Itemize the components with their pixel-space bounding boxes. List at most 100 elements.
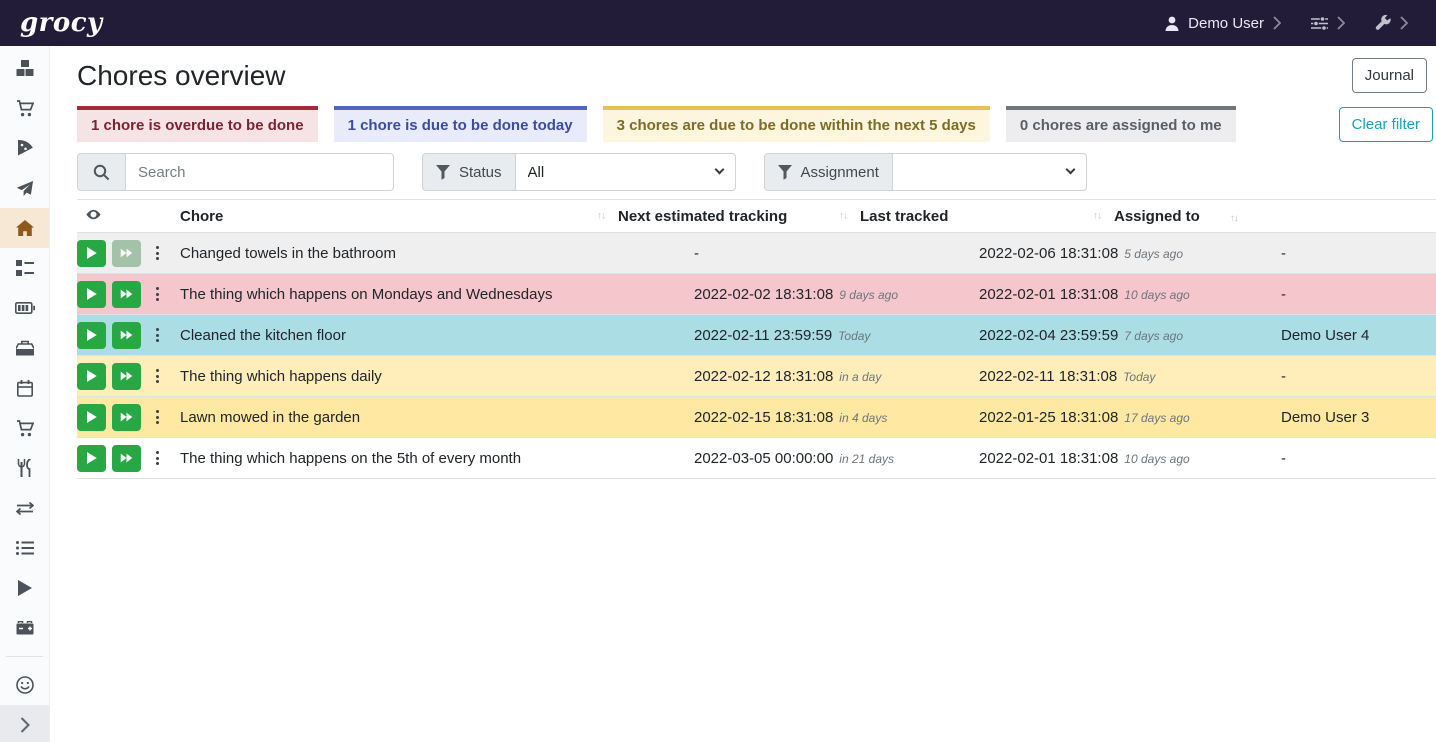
fast-forward-icon [120,370,133,382]
chevron-right-icon [1273,16,1281,30]
track-chore-execution-button[interactable] [77,240,106,267]
chore-row: Cleaned the kitchen floor2022-02-11 23:5… [77,315,1436,356]
chevron-right-icon [20,717,30,733]
fast-forward-icon [120,329,133,341]
table-controls: Status All Assignment [77,153,1436,191]
next-tracking-time: 2022-03-05 00:00:00 [694,450,833,467]
col-header-chore[interactable]: Chore↑↓ [169,200,616,233]
shopping-cart-icon [16,420,34,437]
last-tracked-ago: 5 days ago [1124,247,1183,261]
tasks-icon [16,260,34,276]
funnel-icon [436,165,450,180]
sidebar-item-stock-overview[interactable] [0,48,49,88]
sidebar-nav [0,46,49,648]
chore-row-menu-button[interactable] [148,281,167,307]
status-select[interactable]: All [515,153,736,191]
funnel-icon [778,165,792,180]
sidebar-item-inventory[interactable] [0,528,49,568]
play-icon [86,247,97,259]
play-icon [86,411,97,423]
search-input[interactable] [125,153,394,191]
status-filter-group: Status All [422,153,736,191]
chore-row-menu-button[interactable] [148,322,167,348]
sidebar-item-purchase[interactable] [0,408,49,448]
track-chore-execution-button[interactable] [77,281,106,308]
sidebar-item-meal-plan[interactable] [0,168,49,208]
last-tracked-time: 2022-01-25 18:31:08 [979,409,1118,426]
chore-row: The thing which happens on the 5th of ev… [77,438,1436,479]
track-chore-execution-button[interactable] [77,363,106,390]
journal-button[interactable]: Journal [1352,58,1427,93]
next-tracking-time: 2022-02-02 18:31:08 [694,286,833,303]
track-chore-execution-button[interactable] [77,322,106,349]
chore-row: The thing which happens on Mondays and W… [77,274,1436,315]
sidebar-item-calendar[interactable] [0,368,49,408]
sidebar-item-battery-tracking[interactable] [0,608,49,648]
last-tracked-ago: 17 days ago [1124,411,1189,425]
grocy-logo[interactable]: grocy [20,10,103,36]
column-visibility-header[interactable] [77,200,169,233]
skip-chore-button[interactable] [112,322,141,349]
filter-card[interactable]: 1 chore is due to be done today [334,106,587,142]
chore-name: Lawn mowed in the garden [169,397,616,438]
top-navbar: grocy Demo User [0,0,1436,46]
status-filter-labelbox: Status [422,153,515,191]
sort-icon: ↑↓ [839,211,847,222]
last-tracked-ago: Today [1123,370,1155,384]
clear-filter-button[interactable]: Clear filter [1339,107,1433,142]
chore-row-menu-button[interactable] [148,404,167,430]
col-header-next-tracking[interactable]: Next estimated tracking↑↓ [616,200,858,233]
fast-forward-icon [120,247,133,259]
filter-card[interactable]: 1 chore is overdue to be done [77,106,318,142]
sidebar-item-chores-overview[interactable] [0,208,49,248]
last-tracked-time: 2022-02-04 23:59:59 [979,327,1118,344]
sidebar-item-shopping-list[interactable] [0,88,49,128]
sidebar-item-chore-tracking[interactable] [0,568,49,608]
table-header-row: Chore↑↓ Next estimated tracking↑↓ Last t… [77,200,1436,233]
skip-chore-button[interactable] [112,240,141,267]
sidebar-item-tasks[interactable] [0,248,49,288]
chore-row-menu-button[interactable] [148,445,167,471]
sidebar-item-recipes[interactable] [0,128,49,168]
settings-menu[interactable] [1311,16,1345,31]
sort-icon: ↑↓ [597,211,605,222]
col-header-assigned-to[interactable]: Assigned to↑↓ [1112,200,1436,233]
track-chore-execution-button[interactable] [77,404,106,431]
list-icon [16,541,34,555]
next-tracking-time: 2022-02-15 18:31:08 [694,409,833,426]
chore-name: The thing which happens daily [169,356,616,397]
chore-row: Changed towels in the bathroom-2022-02-0… [77,233,1436,274]
track-chore-execution-button[interactable] [77,445,106,472]
last-tracked-time: 2022-02-01 18:31:08 [979,286,1118,303]
exchange-arrows-icon [16,502,34,515]
skip-chore-button[interactable] [112,281,141,308]
sliders-icon [1311,16,1328,31]
chore-row-menu-button[interactable] [148,240,167,266]
assignment-filter-group: Assignment [764,153,1087,191]
filter-card[interactable]: 3 chores are due to be done within the n… [603,106,990,142]
paper-plane-icon [16,180,34,197]
house-icon [16,220,34,236]
sidebar-item-transfer[interactable] [0,488,49,528]
sidebar-item-consume[interactable] [0,448,49,488]
chore-row-menu-button[interactable] [148,363,167,389]
last-tracked-ago: 7 days ago [1124,329,1183,343]
sidebar-item-equipment[interactable] [0,328,49,368]
last-tracked-time: 2022-02-01 18:31:08 [979,450,1118,467]
skip-chore-button[interactable] [112,363,141,390]
user-menu[interactable]: Demo User [1165,15,1281,32]
sidebar-item-batteries-overview[interactable] [0,288,49,328]
sidebar [0,46,50,742]
next-tracking-ago: in 21 days [839,452,894,466]
sidebar-expand-toggle[interactable] [0,705,49,742]
skip-chore-button[interactable] [112,404,141,431]
assignment-select[interactable] [892,153,1087,191]
sidebar-item-about[interactable] [0,665,49,705]
fast-forward-icon [120,411,133,423]
admin-menu[interactable] [1375,15,1408,31]
col-header-last-tracked[interactable]: Last tracked↑↓ [858,200,1112,233]
filter-card[interactable]: 0 chores are assigned to me [1006,106,1236,142]
skip-chore-button[interactable] [112,445,141,472]
eye-icon [85,207,102,222]
calendar-icon [17,380,33,397]
